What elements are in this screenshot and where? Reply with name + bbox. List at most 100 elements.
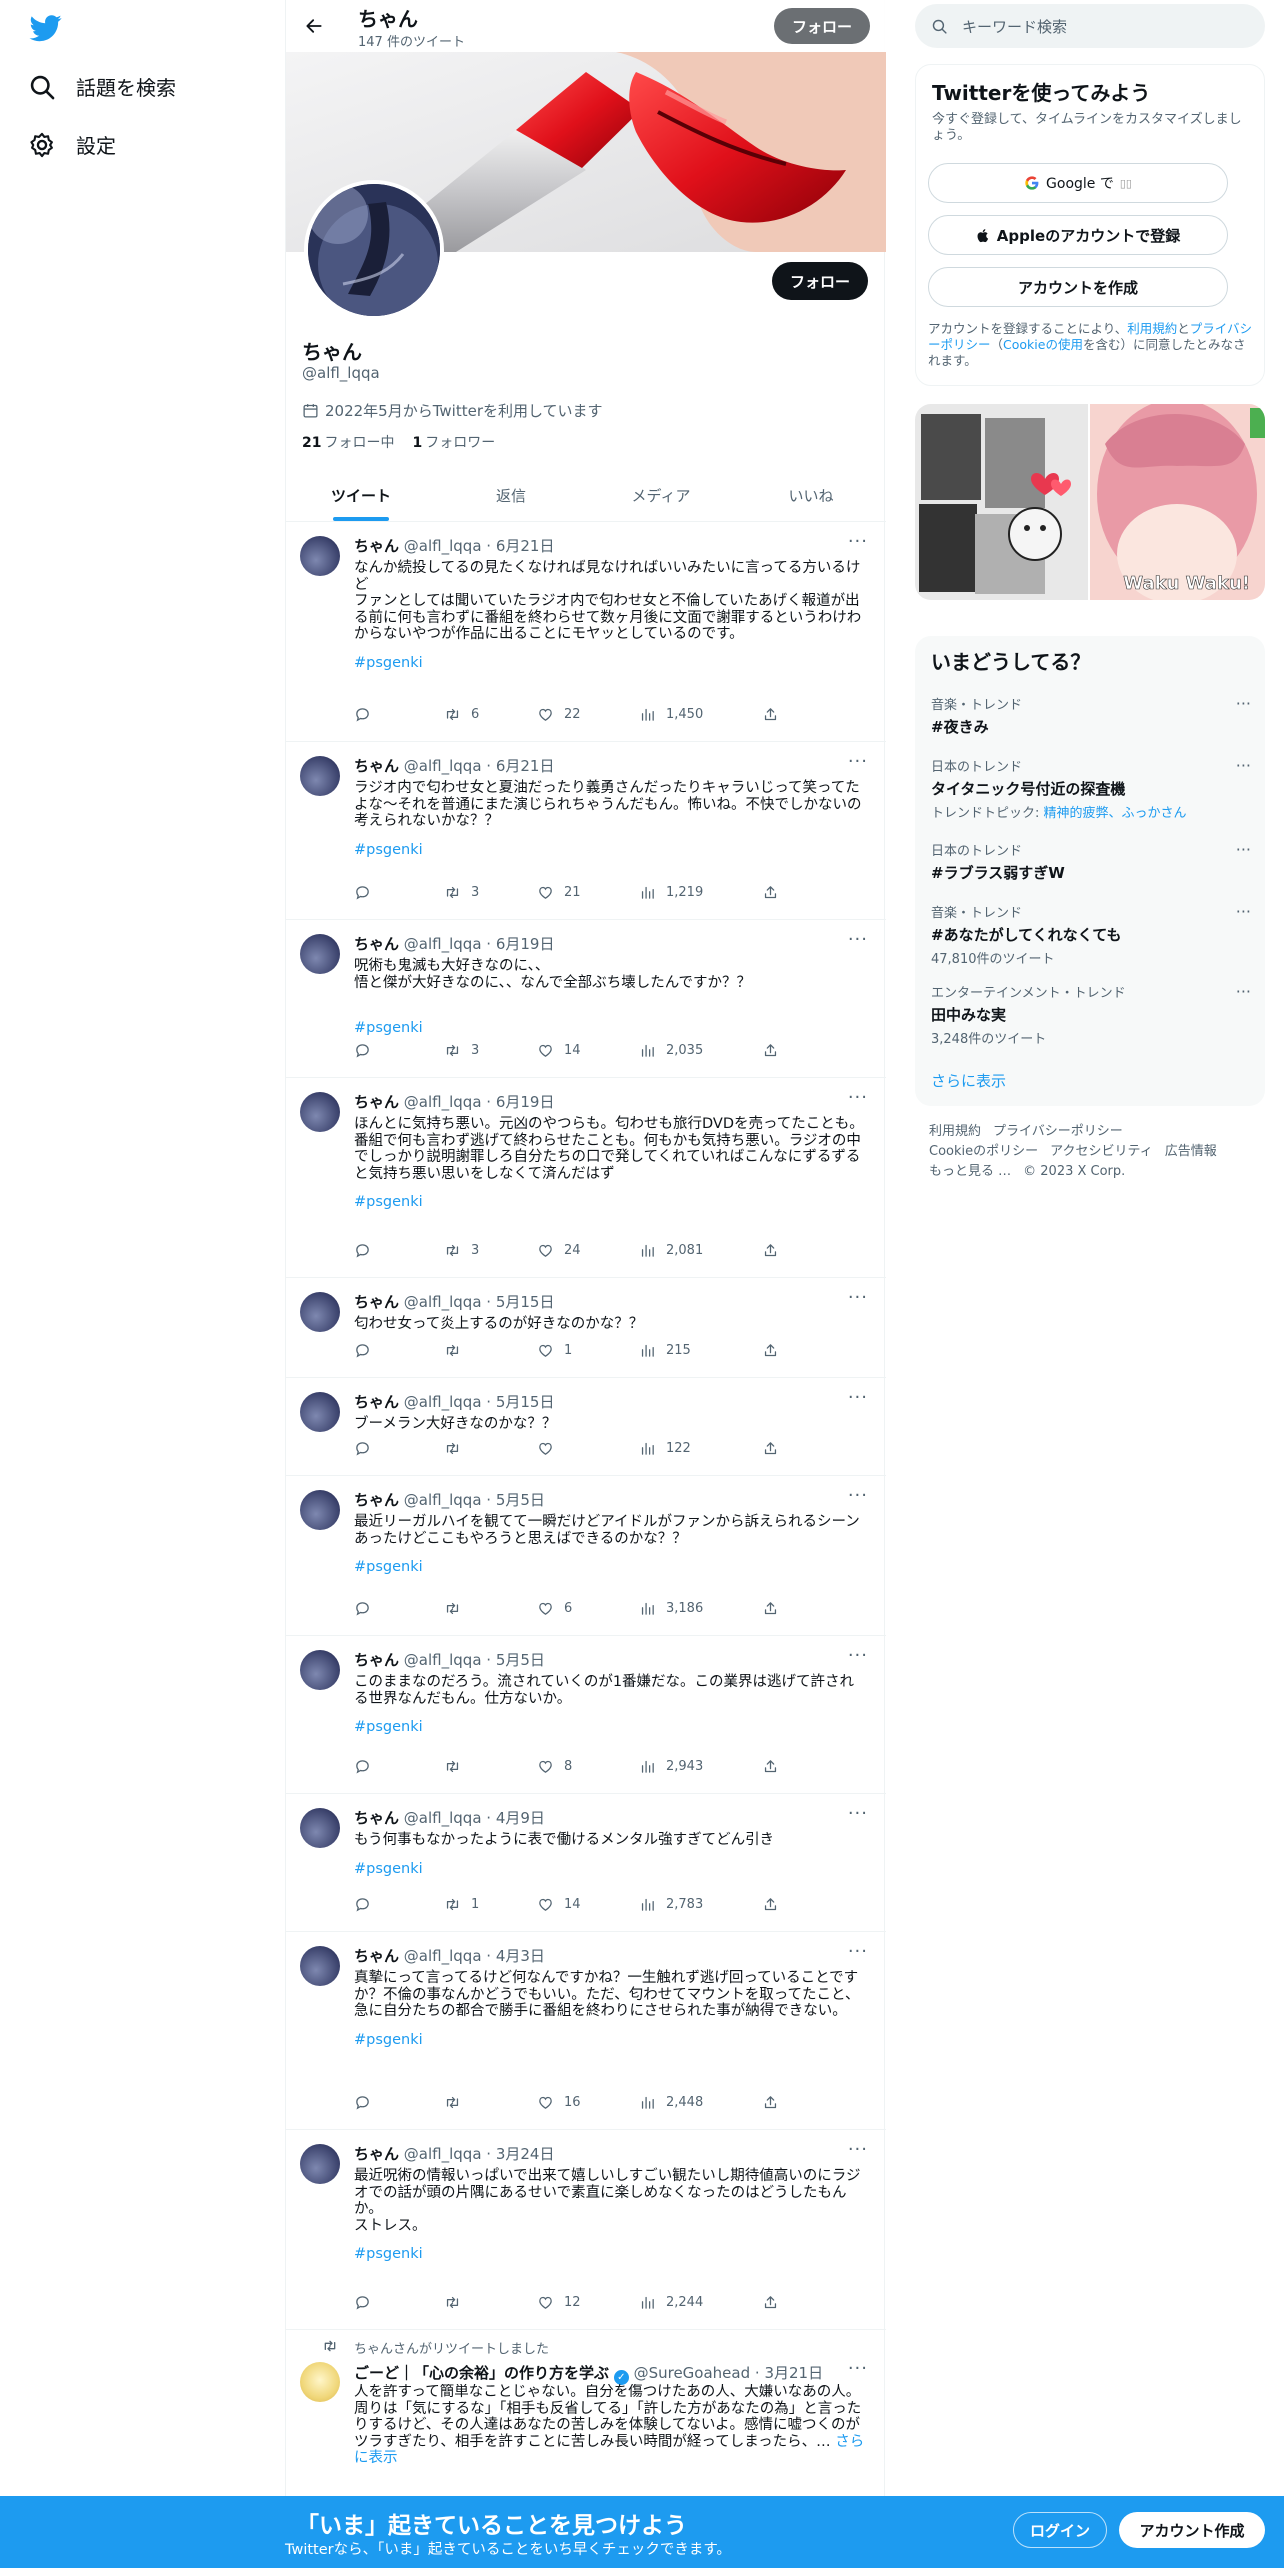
more-icon[interactable]: ··· (848, 531, 868, 552)
tab-media[interactable]: メディア (586, 470, 736, 521)
tweet-avatar[interactable] (300, 1650, 340, 1690)
tweet-date[interactable]: 6月21日 (496, 537, 555, 555)
tab-replies[interactable]: 返信 (436, 470, 586, 521)
views-button[interactable]: 2,943 (639, 1756, 703, 1776)
share-button[interactable] (762, 1598, 779, 1618)
views-button[interactable]: 2,448 (639, 2092, 703, 2112)
tweet-item[interactable]: ちゃん @alfl_lqqa · 6月19日 ··· 呪術も鬼滅も大好きなのに、、 … (286, 920, 886, 1078)
tweet-author-name[interactable]: ちゃん (354, 1093, 399, 1111)
more-icon[interactable]: ··· (848, 1485, 868, 1506)
share-button[interactable] (762, 2292, 779, 2312)
tweet-hashtag[interactable]: #psgenki (354, 1194, 423, 1210)
tweet-author-name[interactable]: ちゃん (354, 537, 399, 555)
retweet-button[interactable] (444, 1340, 471, 1360)
media-grid[interactable]: Waku Waku! (915, 404, 1265, 600)
more-icon[interactable]: ··· (848, 1287, 868, 1308)
retweet-avatar[interactable] (300, 2362, 340, 2402)
terms-link[interactable]: 利用規約 (1127, 321, 1177, 336)
reply-button[interactable] (354, 1438, 371, 1458)
twitter-bird-icon[interactable] (26, 12, 66, 44)
tweet-date[interactable]: 5月15日 (496, 1293, 555, 1311)
tweet-author-name[interactable]: ちゃん (354, 935, 399, 953)
tweet-hashtag[interactable]: #psgenki (354, 842, 423, 858)
back-button[interactable] (300, 12, 328, 40)
more-icon[interactable]: ··· (848, 929, 868, 950)
apple-signup-button[interactable]: Appleのアカウントで登録 (928, 215, 1228, 255)
reply-button[interactable] (354, 1756, 371, 1776)
share-button[interactable] (762, 1040, 779, 1060)
like-button[interactable] (537, 1438, 564, 1458)
header-follow-button[interactable]: フォロー (774, 8, 870, 44)
retweet-button[interactable]: 6 (444, 704, 479, 724)
retweet-item[interactable]: ちゃんさんがリツイートしました ごーど｜「心の余裕」の作り方を学ぶ ✓ @Sur… (286, 2330, 886, 2500)
retweet-date[interactable]: 3月21日 (764, 2364, 823, 2382)
retweet-button[interactable] (444, 1598, 471, 1618)
retweet-button[interactable] (444, 1756, 471, 1776)
more-icon[interactable]: ··· (848, 2358, 868, 2379)
views-button[interactable]: 2,035 (639, 1040, 703, 1060)
tweet-author-name[interactable]: ちゃん (354, 1393, 399, 1411)
more-icon[interactable]: ··· (848, 1387, 868, 1408)
tweet-hashtag[interactable]: #psgenki (354, 1719, 423, 1735)
retweet-button[interactable] (444, 2292, 471, 2312)
like-button[interactable]: 22 (537, 704, 581, 724)
search-box[interactable]: キーワード検索 (915, 4, 1265, 48)
tweet-author-name[interactable]: ちゃん (354, 1491, 399, 1509)
more-icon[interactable]: ··· (1236, 902, 1251, 921)
tweet-avatar[interactable] (300, 2144, 340, 2184)
footer-ads[interactable]: 広告情報 (1165, 1144, 1217, 1159)
more-icon[interactable]: ··· (1236, 982, 1251, 1001)
tweet-item[interactable]: ちゃん @alfl_lqqa · 4月3日 ··· 真摯にって言ってるけど何なんです… (286, 1932, 886, 2130)
views-button[interactable]: 3,186 (639, 1598, 703, 1618)
reply-button[interactable] (354, 882, 371, 902)
footer-cookie[interactable]: Cookieのポリシー (929, 1144, 1038, 1159)
trend-topic-links[interactable]: 精神的疲弊、ふっかさん (1044, 806, 1187, 821)
views-button[interactable]: 2,783 (639, 1894, 703, 1914)
like-button[interactable]: 1 (537, 1340, 572, 1360)
tweet-hashtag[interactable]: #psgenki (354, 1559, 423, 1575)
signup-button[interactable]: アカウント作成 (1119, 2512, 1265, 2548)
tweet-date[interactable]: 6月19日 (496, 935, 555, 953)
tab-tweets[interactable]: ツイート (286, 470, 436, 521)
tweet-author-name[interactable]: ちゃん (354, 757, 399, 775)
reply-button[interactable] (354, 1340, 371, 1360)
views-button[interactable]: 122 (639, 1438, 691, 1458)
login-button[interactable]: ログイン (1013, 2512, 1107, 2548)
more-icon[interactable]: ··· (848, 1087, 868, 1108)
tweet-author-name[interactable]: ちゃん (354, 1293, 399, 1311)
google-signup-button[interactable]: Google で ▯▯ (928, 163, 1228, 203)
tweet-avatar[interactable] (300, 1092, 340, 1132)
tweet-avatar[interactable] (300, 1292, 340, 1332)
reply-button[interactable] (354, 1598, 371, 1618)
reply-button[interactable] (354, 2292, 371, 2312)
retweet-button[interactable]: 3 (444, 1040, 479, 1060)
reply-button[interactable] (354, 1040, 371, 1060)
nav-explore[interactable]: 話題を検索 (28, 72, 176, 101)
tweet-hashtag[interactable]: #psgenki (354, 2032, 423, 2048)
tweet-date[interactable]: 3月24日 (496, 2145, 555, 2163)
footer-more[interactable]: もっと見る … (929, 1164, 1011, 1179)
tweet-item[interactable]: ちゃん @alfl_lqqa · 5月15日 ··· 匂わせ女って炎上するのが好きな… (286, 1278, 886, 1378)
create-account-button[interactable]: アカウントを作成 (928, 267, 1228, 307)
tweet-avatar[interactable] (300, 756, 340, 796)
tweet-avatar[interactable] (300, 1392, 340, 1432)
trend-item[interactable]: 日本のトレンド #ラブラス弱すぎW ··· (931, 840, 1251, 883)
tweet-date[interactable]: 4月9日 (496, 1809, 545, 1827)
footer-privacy[interactable]: プライバシーポリシー (993, 1124, 1123, 1139)
tweet-avatar[interactable] (300, 1946, 340, 1986)
views-button[interactable]: 2,081 (639, 1240, 703, 1260)
tweet-date[interactable]: 5月5日 (496, 1651, 545, 1669)
tweet-date[interactable]: 6月19日 (496, 1093, 555, 1111)
tweet-hashtag[interactable]: #psgenki (354, 655, 423, 671)
like-button[interactable]: 24 (537, 1240, 581, 1260)
tweet-item[interactable]: ちゃん @alfl_lqqa · 5月15日 ··· ブーメラン大好きなのかな？？ 1… (286, 1378, 886, 1476)
following-link[interactable]: 21 フォロー中 (302, 432, 394, 452)
tweet-item[interactable]: ちゃん @alfl_lqqa · 5月5日 ··· このままなのだろう。流されていく… (286, 1636, 886, 1794)
nav-settings[interactable]: 設定 (28, 130, 116, 159)
tweet-date[interactable]: 5月5日 (496, 1491, 545, 1509)
share-button[interactable] (762, 882, 779, 902)
tweet-date[interactable]: 5月15日 (496, 1393, 555, 1411)
share-button[interactable] (762, 704, 779, 724)
tweet-item[interactable]: ちゃん @alfl_lqqa · 3月24日 ··· 最近呪術の情報いっぱいで出来て… (286, 2130, 886, 2330)
like-button[interactable]: 12 (537, 2292, 581, 2312)
